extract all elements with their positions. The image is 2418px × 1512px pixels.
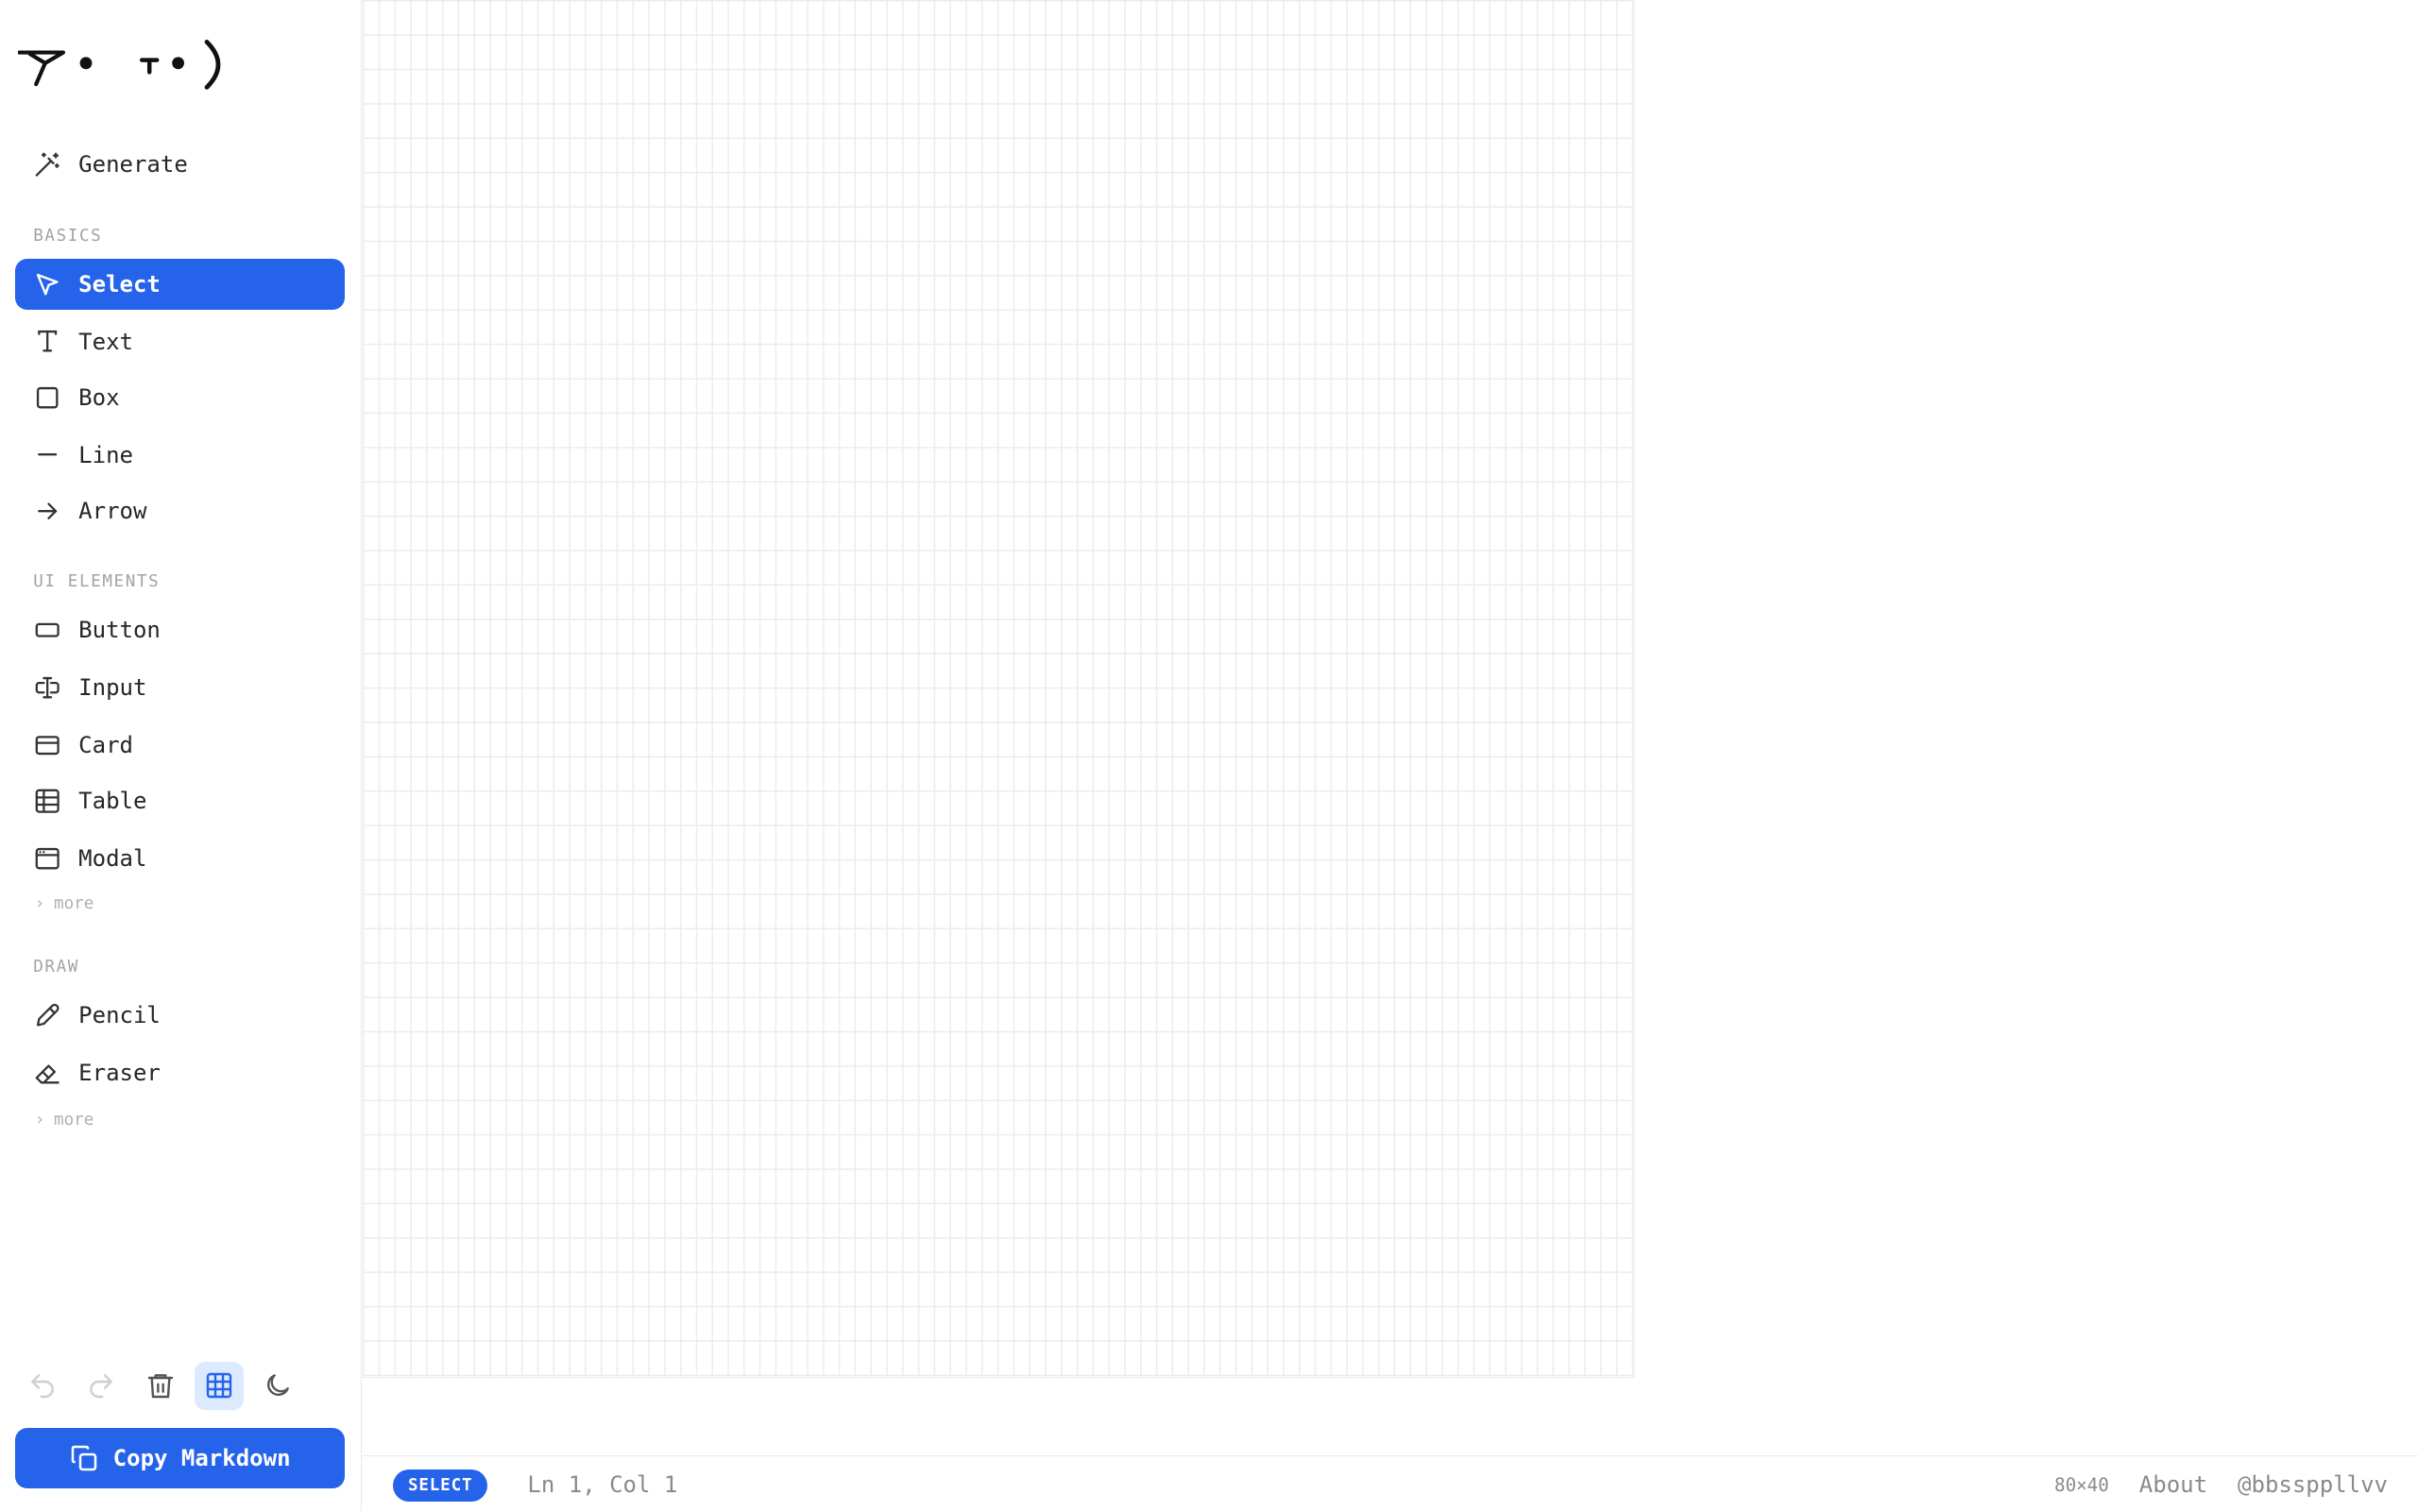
grid-icon [206, 1372, 232, 1399]
cursor-position: Ln 1, Col 1 [527, 1471, 678, 1499]
copy-markdown-button[interactable]: Copy Markdown [15, 1428, 345, 1488]
tool-input-label: Input [78, 673, 147, 701]
tool-arrow[interactable]: Arrow [15, 485, 345, 536]
bottom-toolbar [18, 1360, 345, 1411]
toggle-grid-button[interactable] [195, 1361, 244, 1410]
section-label-draw: DRAW [33, 958, 79, 977]
tool-box-label: Box [78, 383, 120, 411]
section-label-ui-elements: UI ELEMENTS [33, 572, 161, 592]
tool-table-label: Table [78, 787, 147, 814]
tool-line-label: Line [78, 441, 133, 468]
section-label-basics: BASICS [33, 227, 103, 246]
undo-button[interactable] [18, 1362, 66, 1410]
toggle-theme-button[interactable] [254, 1362, 302, 1410]
copy-markdown-label: Copy Markdown [112, 1445, 291, 1471]
credit-card-icon [33, 731, 61, 759]
tool-button[interactable]: Button [15, 604, 345, 655]
clear-canvas-button[interactable] [136, 1362, 184, 1410]
status-bar: SELECT Ln 1, Col 1 80×40 About @bbssppll… [363, 1454, 2418, 1512]
tool-card-label: Card [78, 731, 133, 758]
eraser-icon [33, 1059, 61, 1087]
tool-select[interactable]: Select [15, 258, 345, 310]
pencil-icon [33, 1001, 61, 1029]
tool-arrow-label: Arrow [78, 497, 147, 524]
tool-text-label: Text [78, 328, 133, 355]
moon-icon [267, 1374, 290, 1397]
generate-button[interactable]: Generate [15, 139, 345, 190]
tool-card[interactable]: Card [15, 720, 345, 771]
logo [18, 40, 221, 91]
copy-icon [72, 1445, 97, 1471]
tool-pencil-label: Pencil [78, 1002, 161, 1029]
undo-icon [30, 1374, 54, 1399]
cursor-icon [33, 270, 61, 298]
chevron-right-icon: › [34, 894, 45, 914]
text-cursor-input-icon [33, 673, 61, 702]
grid-size-indicator: 80×40 [2054, 1474, 2109, 1497]
tool-eraser[interactable]: Eraser [15, 1047, 345, 1098]
mode-badge: SELECT [393, 1470, 488, 1502]
tool-table[interactable]: Table [15, 775, 345, 826]
magic-wand-icon [33, 150, 61, 178]
generate-label: Generate [78, 151, 188, 178]
redo-icon [90, 1374, 113, 1399]
app-window-icon [33, 844, 61, 873]
tool-button-label: Button [78, 617, 161, 644]
tool-modal[interactable]: Modal [15, 833, 345, 884]
minus-icon [33, 440, 61, 468]
tool-pencil[interactable]: Pencil [15, 990, 345, 1041]
more-draw-toggle[interactable]: › more [35, 1111, 94, 1130]
text-icon [33, 327, 61, 355]
sidebar: Generate BASICS Select Text Box Line Arr… [0, 0, 363, 1511]
tool-box[interactable]: Box [15, 372, 345, 423]
trash-icon [147, 1374, 173, 1399]
tool-input[interactable]: Input [15, 662, 345, 713]
table-icon [33, 787, 61, 815]
about-link[interactable]: About [2139, 1470, 2207, 1502]
tool-modal-label: Modal [78, 844, 147, 872]
author-link[interactable]: @bbssppllvv [2238, 1470, 2388, 1502]
status-right: 80×40 About @bbssppllvv [2054, 1470, 2388, 1502]
more-ui-elements-toggle[interactable]: › more [35, 894, 94, 913]
tool-select-label: Select [78, 270, 161, 297]
button-icon [33, 616, 61, 644]
tool-line[interactable]: Line [15, 429, 345, 480]
arrow-right-icon [33, 497, 61, 525]
more-label: more [53, 1111, 94, 1130]
more-label: more [53, 894, 94, 914]
tool-text[interactable]: Text [15, 315, 345, 366]
drawing-canvas-grid[interactable] [363, 0, 1635, 1378]
tool-eraser-label: Eraser [78, 1059, 161, 1086]
square-icon [33, 383, 61, 412]
chevron-right-icon: › [34, 1111, 45, 1130]
redo-button[interactable] [77, 1362, 126, 1410]
app-window: Generate BASICS Select Text Box Line Arr… [0, 0, 2418, 1512]
